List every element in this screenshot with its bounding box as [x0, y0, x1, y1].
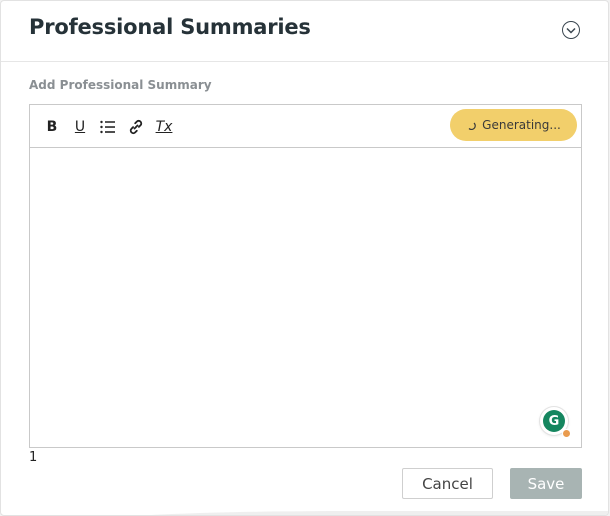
bottom-edge: [101, 511, 608, 515]
clear-format-icon[interactable]: Tx: [154, 117, 174, 137]
field-label: Add Professional Summary: [29, 78, 212, 92]
bulleted-list-icon[interactable]: [98, 117, 118, 137]
page-title: Professional Summaries: [29, 15, 311, 39]
card-header: Professional Summaries: [1, 1, 608, 62]
chevron-down-circle-icon[interactable]: [562, 21, 580, 39]
character-counter: 1: [29, 450, 38, 465]
professional-summaries-card: Professional Summaries Add Professional …: [0, 0, 609, 516]
spinner-icon: [468, 122, 476, 130]
save-button[interactable]: Save: [510, 468, 582, 499]
cancel-button[interactable]: Cancel: [402, 468, 493, 499]
grammarly-status-dot: [562, 429, 571, 438]
grammarly-letter: G: [543, 410, 565, 432]
rich-text-editor: B U Tx Generating... G: [29, 104, 582, 448]
summary-text-area[interactable]: G: [30, 147, 581, 447]
link-icon[interactable]: [126, 117, 146, 137]
generate-label: Generating...: [482, 118, 561, 132]
editor-toolbar: B U Tx Generating...: [30, 105, 581, 148]
underline-icon[interactable]: U: [70, 117, 90, 137]
grammarly-icon[interactable]: G: [540, 407, 571, 438]
generate-button[interactable]: Generating...: [450, 109, 577, 141]
bold-icon[interactable]: B: [42, 117, 62, 137]
